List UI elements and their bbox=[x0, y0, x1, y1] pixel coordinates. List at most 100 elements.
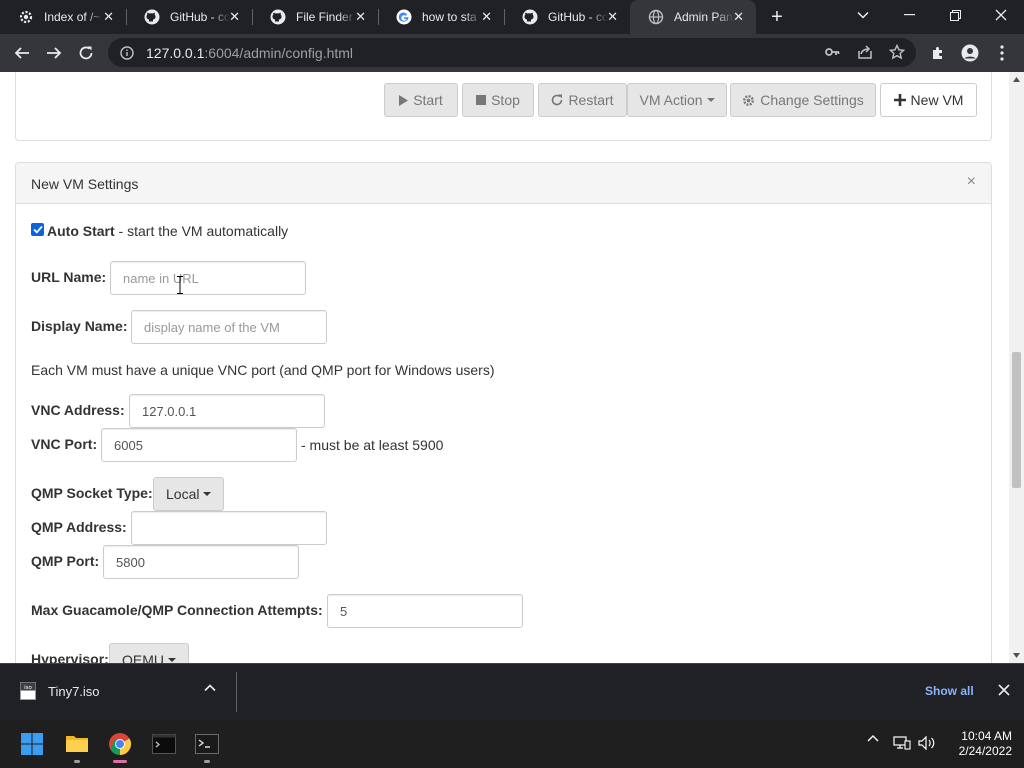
close-shelf-icon[interactable] bbox=[998, 683, 1010, 699]
reload-icon[interactable] bbox=[72, 39, 100, 67]
panel-title: New VM Settings bbox=[31, 176, 139, 192]
tab-close-icon[interactable]: ✕ bbox=[481, 9, 492, 25]
minimize-icon[interactable] bbox=[886, 0, 932, 30]
vnc-port-input[interactable]: 6005 bbox=[101, 428, 297, 462]
qmp-socket-type-value: Local bbox=[166, 486, 200, 502]
caret-down-icon bbox=[706, 98, 715, 102]
bookmark-star-icon[interactable] bbox=[889, 44, 905, 60]
chevron-up-icon[interactable] bbox=[867, 734, 879, 742]
qmp-port-input[interactable]: 5800 bbox=[103, 545, 299, 579]
gear-icon bbox=[18, 9, 34, 25]
github-icon bbox=[144, 9, 160, 25]
browser-tab-strip: Index of /~ ✕ GitHub - co ✕ File Finder … bbox=[0, 0, 1024, 34]
url-name-input[interactable]: name in URL bbox=[110, 261, 306, 295]
max-connection-attempts-input[interactable]: 5 bbox=[327, 594, 523, 628]
tab-close-icon[interactable]: ✕ bbox=[229, 9, 240, 25]
change-settings-label: Change Settings bbox=[760, 92, 864, 108]
windows-start-icon[interactable] bbox=[16, 728, 48, 760]
stop-label: Stop bbox=[491, 92, 520, 108]
vnc-port-label: VNC Port: bbox=[31, 436, 98, 452]
tab-google-search[interactable]: how to sta ✕ bbox=[378, 0, 505, 34]
page-viewport: Start Stop Restart VM Action Change Sett… bbox=[0, 72, 1009, 663]
start-button[interactable]: Start bbox=[384, 83, 458, 117]
tab-close-icon[interactable]: ✕ bbox=[733, 9, 744, 25]
vm-action-dropdown[interactable]: VM Action bbox=[627, 83, 727, 117]
auto-start-description: - start the VM automatically bbox=[114, 223, 289, 239]
chrome-icon[interactable] bbox=[104, 728, 136, 763]
show-all-link[interactable]: Show all bbox=[925, 684, 974, 698]
download-shelf: iso Tiny7.iso Show all bbox=[0, 663, 1024, 720]
chevron-up-icon[interactable] bbox=[204, 684, 216, 692]
volume-icon[interactable] bbox=[918, 736, 936, 750]
terminal-icon[interactable] bbox=[148, 728, 180, 760]
stop-button[interactable]: Stop bbox=[462, 83, 534, 117]
restart-label: Restart bbox=[568, 92, 614, 108]
scroll-down-arrow-icon[interactable] bbox=[1009, 648, 1024, 663]
tab-close-icon[interactable]: ✕ bbox=[355, 9, 366, 25]
file-explorer-icon[interactable] bbox=[61, 728, 93, 763]
tab-title: File Finder bbox=[296, 10, 353, 24]
browser-toolbar: 127.0.0.1:6004/admin/config.html bbox=[0, 34, 1024, 72]
tab-close-icon[interactable]: ✕ bbox=[103, 9, 114, 25]
key-icon[interactable] bbox=[824, 44, 840, 60]
profile-avatar-icon[interactable] bbox=[956, 39, 984, 67]
system-clock[interactable]: 10:04 AM 2/24/2022 bbox=[940, 729, 1012, 759]
caret-down-icon bbox=[168, 658, 176, 662]
new-vm-button[interactable]: New VM bbox=[880, 83, 977, 117]
change-settings-button[interactable]: Change Settings bbox=[730, 83, 876, 117]
extensions-puzzle-icon[interactable] bbox=[924, 39, 952, 67]
tab-file-finder[interactable]: File Finder ✕ bbox=[252, 0, 379, 34]
restart-button[interactable]: Restart bbox=[538, 83, 627, 117]
scroll-up-arrow-icon[interactable] bbox=[1009, 72, 1024, 87]
panel-heading: New VM Settings × bbox=[16, 163, 991, 204]
qmp-address-input[interactable] bbox=[131, 511, 327, 545]
address-bar[interactable]: 127.0.0.1:6004/admin/config.html bbox=[108, 38, 916, 67]
close-window-icon[interactable] bbox=[978, 0, 1024, 30]
display-name-label: Display Name: bbox=[31, 318, 128, 334]
start-label: Start bbox=[413, 92, 443, 108]
windows-taskbar: 10:04 AM 2/24/2022 bbox=[0, 720, 1024, 768]
checkmark-icon bbox=[32, 225, 43, 234]
tab-github-2[interactable]: GitHub - co ✕ bbox=[504, 0, 630, 34]
vnc-address-input[interactable]: 127.0.0.1 bbox=[129, 394, 325, 428]
tab-title: how to sta bbox=[422, 10, 477, 24]
new-tab-icon[interactable]: + bbox=[765, 6, 789, 28]
hypervisor-value: QEMU bbox=[122, 652, 164, 663]
auto-start-row: Auto Start - start the VM automatically bbox=[47, 223, 288, 239]
running-indicator bbox=[204, 760, 210, 763]
auto-start-checkbox[interactable] bbox=[31, 223, 44, 236]
site-info-icon[interactable] bbox=[120, 45, 134, 60]
scrollbar-thumb[interactable] bbox=[1012, 352, 1021, 488]
page-scrollbar[interactable] bbox=[1009, 72, 1024, 663]
back-arrow-icon[interactable] bbox=[8, 39, 36, 67]
share-icon[interactable] bbox=[857, 44, 873, 60]
globe-icon bbox=[648, 9, 664, 25]
github-icon bbox=[270, 9, 286, 25]
network-icon[interactable] bbox=[893, 736, 911, 750]
tab-close-icon[interactable]: ✕ bbox=[607, 9, 618, 25]
download-item[interactable]: iso Tiny7.iso bbox=[20, 682, 100, 700]
display-name-input[interactable]: display name of the VM bbox=[131, 310, 327, 344]
qmp-socket-type-dropdown[interactable]: Local bbox=[153, 477, 225, 511]
close-icon[interactable]: × bbox=[967, 173, 976, 191]
tab-admin-panel[interactable]: Admin Pan ✕ bbox=[630, 0, 756, 34]
hypervisor-dropdown[interactable]: QEMU bbox=[109, 643, 189, 663]
max-connection-attempts-label: Max Guacamole/QMP Connection Attempts: bbox=[31, 602, 323, 618]
clock-time: 10:04 AM bbox=[961, 729, 1012, 743]
active-indicator bbox=[113, 760, 127, 763]
stop-icon bbox=[476, 95, 487, 105]
tab-title: GitHub - co bbox=[170, 10, 230, 24]
tab-search-chevron-icon[interactable] bbox=[840, 0, 886, 30]
vnc-address-label: VNC Address: bbox=[31, 402, 125, 418]
forward-arrow-icon[interactable] bbox=[40, 39, 68, 67]
play-icon bbox=[399, 94, 409, 106]
command-prompt-icon[interactable] bbox=[191, 728, 223, 763]
tab-index[interactable]: Index of /~ ✕ bbox=[0, 0, 127, 34]
gear-icon bbox=[742, 94, 755, 107]
github-icon bbox=[522, 9, 538, 25]
more-menu-icon[interactable] bbox=[988, 39, 1016, 67]
restore-icon[interactable] bbox=[932, 0, 978, 30]
tab-github-1[interactable]: GitHub - co ✕ bbox=[126, 0, 253, 34]
caret-down-icon bbox=[203, 492, 212, 496]
url-host: 127.0.0.1 bbox=[146, 44, 205, 61]
